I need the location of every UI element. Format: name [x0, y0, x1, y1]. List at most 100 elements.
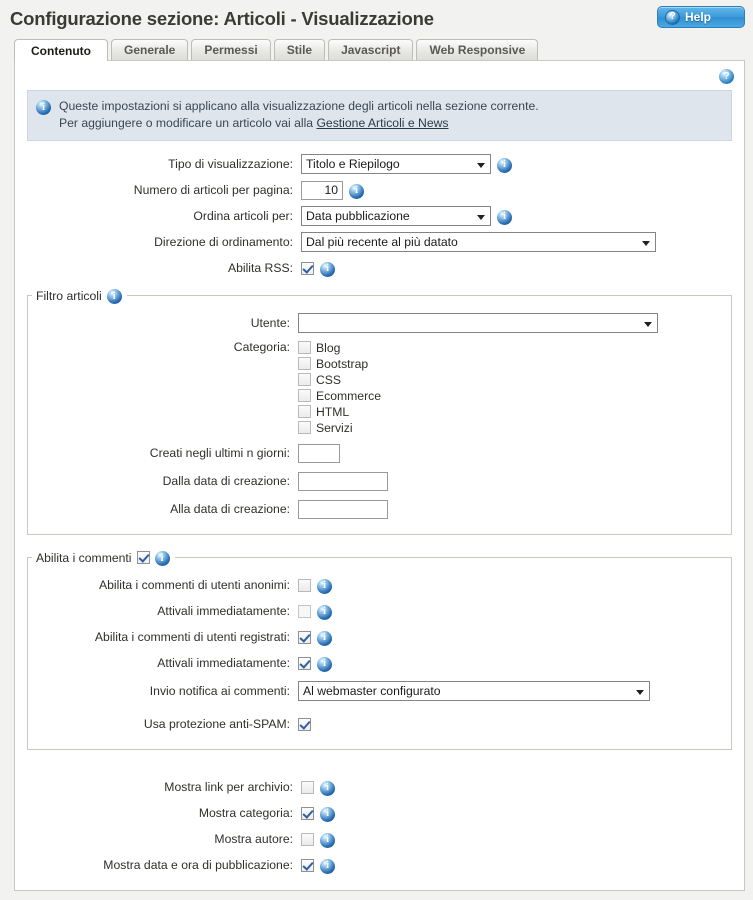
label-registered-activate: Attivali immediatamente: — [157, 656, 290, 670]
date-to-input[interactable] — [298, 499, 388, 519]
label-items-per-page: Numero di articoli per pagina: — [133, 183, 293, 197]
tab-web-responsive[interactable]: Web Responsive — [416, 39, 539, 60]
row-show-author: Mostra autore: i — [25, 828, 734, 850]
tab-generale[interactable]: Generale — [110, 39, 189, 60]
row-notify: Invio notifica ai commenti: Al webmaster… — [28, 680, 731, 702]
category-checkbox-servizi[interactable] — [298, 421, 311, 434]
tab-javascript[interactable]: Javascript — [328, 39, 414, 60]
anonymous-comments-checkbox[interactable] — [298, 578, 311, 592]
tab-stile[interactable]: Stile — [273, 39, 326, 60]
row-filter-user: Utente: — [28, 312, 731, 334]
row-registered-activate: Attivali immediatamente: i — [28, 652, 731, 674]
info-icon-registered-activate[interactable]: i — [317, 656, 332, 672]
category-item-servizi[interactable]: Servizi — [298, 420, 381, 435]
date-from-input[interactable] — [298, 471, 388, 491]
label-archive-link: Mostra link per archivio: — [164, 780, 293, 794]
info-banner: i Queste impostazioni si applicano alla … — [27, 90, 732, 141]
gestione-articoli-link[interactable]: Gestione Articoli e News — [316, 116, 448, 130]
tab-contenuto[interactable]: Contenuto — [14, 39, 108, 61]
info-icon-display-type[interactable]: i — [497, 157, 512, 173]
category-checkbox-blog[interactable] — [298, 341, 311, 354]
label-filter-category: Categoria: — [233, 340, 290, 354]
category-item-html[interactable]: HTML — [298, 404, 381, 419]
info-icon-show-author[interactable]: i — [320, 832, 335, 848]
category-label-bootstrap: Bootstrap — [316, 356, 369, 371]
filter-user-select[interactable] — [298, 313, 658, 333]
category-checkbox-list: Blog Bootstrap CSS Ecommerce HTML Serviz… — [298, 340, 381, 435]
show-datetime-checkbox[interactable] — [301, 858, 314, 872]
info-icon-order-by[interactable]: i — [497, 209, 512, 225]
last-n-days-input[interactable] — [298, 443, 340, 463]
enable-rss-checkbox[interactable] — [301, 261, 314, 275]
info-icon-show-datetime[interactable]: i — [320, 858, 335, 874]
category-label-servizi: Servizi — [316, 420, 353, 435]
display-type-select[interactable]: Titolo e Riepilogo — [301, 154, 491, 174]
row-filter-category: Categoria: Blog Bootstrap CSS Ecommerce … — [28, 340, 731, 435]
antispam-checkbox[interactable] — [298, 717, 311, 731]
panel-help-icon[interactable]: ? — [719, 69, 734, 84]
items-per-page-input[interactable] — [301, 180, 343, 200]
registered-comments-checkbox[interactable] — [298, 630, 311, 644]
label-show-author: Mostra autore: — [214, 832, 293, 846]
label-anonymous-comments: Abilita i commenti di utenti anonimi: — [98, 578, 290, 592]
category-item-ecommerce[interactable]: Ecommerce — [298, 388, 381, 403]
info-icon-registered-comments[interactable]: i — [317, 630, 332, 646]
row-antispam: Usa protezione anti-SPAM: — [28, 713, 731, 735]
display-options-form: Mostra link per archivio: i Mostra categ… — [25, 776, 734, 876]
page-title: Configurazione sezione: Articoli - Visua… — [10, 8, 434, 29]
category-item-bootstrap[interactable]: Bootstrap — [298, 356, 381, 371]
info-icon-anonymous-comments[interactable]: i — [317, 578, 332, 594]
label-display-type: Tipo di visualizzazione: — [168, 157, 293, 171]
enable-comments-checkbox[interactable] — [136, 551, 150, 564]
order-by-select[interactable]: Data pubblicazione — [301, 206, 491, 226]
tab-permessi[interactable]: Permessi — [191, 39, 271, 60]
notify-select[interactable]: Al webmaster configurato — [298, 681, 650, 701]
order-direction-select[interactable]: Dal più recente al più datato — [301, 232, 656, 252]
label-notify: Invio notifica ai commenti: — [149, 684, 290, 698]
show-author-checkbox[interactable] — [301, 832, 314, 846]
content-panel: ? i Queste impostazioni si applicano all… — [14, 60, 745, 891]
filter-legend-label: Filtro articoli — [36, 288, 102, 303]
category-item-blog[interactable]: Blog — [298, 340, 381, 355]
info-banner-line1: Queste impostazioni si applicano alla vi… — [59, 99, 539, 113]
info-icon-archive-link[interactable]: i — [320, 780, 335, 796]
category-label-css: CSS — [316, 372, 342, 387]
info-banner-text: Queste impostazioni si applicano alla vi… — [59, 98, 539, 132]
info-icon-filter[interactable]: i — [106, 289, 122, 304]
row-date-from: Dalla data di creazione: — [28, 470, 731, 492]
label-order-direction: Direzione di ordinamento: — [154, 235, 293, 249]
label-enable-rss: Abilita RSS: — [227, 261, 293, 275]
page-root: Configurazione sezione: Articoli - Visua… — [0, 0, 753, 900]
anonymous-activate-checkbox[interactable] — [298, 604, 311, 618]
help-button[interactable]: ? Help — [657, 6, 745, 28]
info-banner-line2-prefix: Per aggiungere o modificare un articolo … — [59, 116, 317, 130]
filter-fieldset: Filtro articoli i Utente: Categoria: Blo… — [27, 287, 732, 535]
category-checkbox-ecommerce[interactable] — [298, 389, 311, 402]
filter-legend: Filtro articoli i — [32, 287, 127, 304]
show-category-checkbox[interactable] — [301, 806, 314, 820]
label-anonymous-activate: Attivali immediatamente: — [157, 604, 290, 618]
info-icon: i — [36, 100, 51, 115]
info-banner-line2: Per aggiungere o modificare un articolo … — [59, 115, 539, 132]
row-anonymous-comments: Abilita i commenti di utenti anonimi: i — [28, 574, 731, 596]
category-checkbox-html[interactable] — [298, 405, 311, 418]
label-antispam: Usa protezione anti-SPAM: — [143, 717, 290, 731]
label-date-from: Dalla data di creazione: — [162, 474, 290, 488]
registered-activate-checkbox[interactable] — [298, 656, 311, 670]
category-item-css[interactable]: CSS — [298, 372, 381, 387]
comments-fieldset: Abilita i commenti i Abilita i commenti … — [27, 549, 732, 750]
category-label-html: HTML — [316, 404, 350, 419]
archive-link-checkbox[interactable] — [301, 780, 314, 794]
info-icon-show-category[interactable]: i — [320, 806, 335, 822]
label-order-by: Ordina articoli per: — [193, 209, 293, 223]
info-icon-comments[interactable]: i — [154, 551, 170, 566]
row-display-type: Tipo di visualizzazione: Titolo e Riepil… — [25, 153, 734, 175]
info-icon-enable-rss[interactable]: i — [320, 261, 335, 277]
row-items-per-page: Numero di articoli per pagina: i — [25, 179, 734, 201]
info-icon-items-per-page[interactable]: i — [349, 183, 364, 199]
help-question-icon: ? — [665, 9, 680, 25]
category-checkbox-bootstrap[interactable] — [298, 357, 311, 370]
category-checkbox-css[interactable] — [298, 373, 311, 386]
info-icon-anonymous-activate[interactable]: i — [317, 604, 332, 620]
help-button-label: Help — [685, 10, 712, 24]
